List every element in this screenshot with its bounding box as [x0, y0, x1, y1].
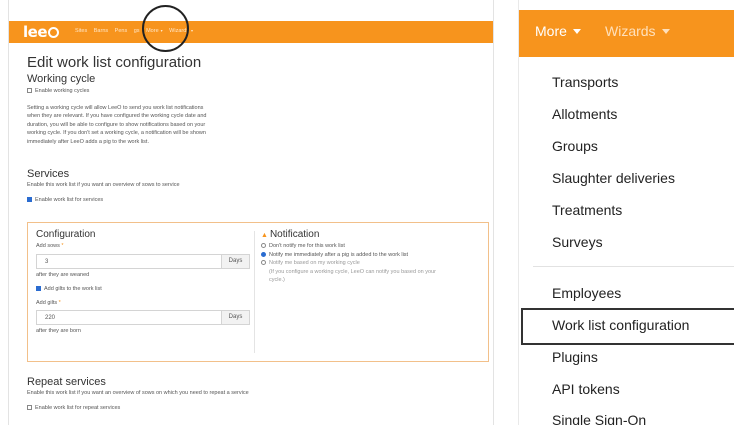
working-cycle-checkbox-label: Enable working cycles	[35, 88, 90, 94]
description-line: duration, you will be able to configure …	[27, 121, 206, 128]
warning-icon: ▲	[261, 232, 268, 239]
logo-circle-icon	[48, 27, 59, 38]
more-caret-icon	[572, 28, 581, 34]
leeo-logo[interactable]: lee	[23, 23, 59, 41]
services-checkbox[interactable]	[27, 196, 32, 202]
main-content: Edit work list configuration Working cyc…	[27, 54, 482, 204]
services-checkbox-row[interactable]: Enable work list for services	[27, 196, 482, 205]
notification-option-row[interactable]: Notify me immediately after a pig is add…	[261, 251, 481, 260]
services-heading: Services	[27, 168, 70, 180]
more-dropdown-toggle[interactable]: More	[535, 23, 581, 39]
repeat-services-checkbox-row[interactable]: Enable work list for repeat services	[27, 404, 482, 413]
highlight-box	[521, 308, 734, 345]
page-title: Edit work list configuration	[27, 54, 202, 71]
add-gilts-label-row: Add gilts *	[36, 299, 251, 308]
zoomed-navbar: More Wizards	[519, 10, 734, 57]
description-line: working cycle. If you don't set a workin…	[27, 130, 206, 136]
repeat-services-section: Repeat services Enable this work list if…	[27, 376, 482, 412]
configuration-heading: Configuration	[36, 229, 96, 240]
nav-sites[interactable]: Sites	[75, 28, 87, 34]
wizards-caret-icon	[661, 28, 670, 34]
working-cycle-checkbox[interactable]	[27, 88, 32, 94]
menu-item-api-tokens[interactable]: API tokens	[552, 381, 620, 397]
highlight-circle	[142, 5, 189, 52]
description-line: Setting a working cycle will allow LeeO …	[27, 104, 204, 111]
services-description: Enable this work list if you want an ove…	[27, 182, 180, 188]
notification-option-row[interactable]: Notify me based on my working cycle	[261, 259, 481, 268]
configuration-box: Configuration Add sows * 3 Days after th…	[27, 222, 489, 362]
add-gilts-label: Add gilts	[36, 299, 58, 306]
wizards-dropdown-toggle[interactable]: Wizards	[605, 23, 670, 39]
repeat-services-checkbox[interactable]	[27, 404, 32, 410]
add-gilts-value: 220	[45, 315, 56, 321]
add-gilts-unit: Days	[221, 311, 249, 324]
add-sows-label-row: Add sows *	[36, 242, 251, 251]
notification-heading-row: ▲ Notification	[261, 229, 481, 240]
menu-item-allotments[interactable]: Allotments	[552, 106, 617, 122]
menu-item-transports[interactable]: Transports	[552, 74, 618, 90]
radio-button[interactable]	[261, 243, 266, 249]
working-cycle-description: Setting a working cycle will allow LeeO …	[27, 104, 482, 147]
top-navbar: lee Sites Barns Pens gs More ▾ Wizards ▾	[9, 21, 493, 43]
nav-pigs[interactable]: gs	[134, 28, 140, 34]
menu-item-groups[interactable]: Groups	[552, 138, 598, 154]
menu-divider	[533, 266, 734, 267]
hint-line: cycle.)	[269, 277, 285, 283]
working-cycle-checkbox-row[interactable]: Enable working cycles	[27, 87, 482, 96]
notification-option-label: Notify me based on my working cycle	[269, 260, 360, 266]
services-checkbox-label: Enable work list for services	[35, 196, 104, 203]
screenshot-left-panel: lee Sites Barns Pens gs More ▾ Wizards ▾ E…	[8, 0, 494, 425]
description-line: when they are relevant. If you have conf…	[27, 113, 207, 119]
notification-hint: (If you configure a working cycle, LeeO …	[261, 268, 481, 285]
more-label: More	[535, 23, 567, 39]
menu-item-treatments[interactable]: Treatments	[552, 202, 622, 218]
after-weaned-text: after they are weaned	[36, 271, 90, 278]
repeat-services-checkbox-label: Enable work list for repeat services	[35, 404, 121, 411]
configuration-column: Configuration Add sows * 3 Days after th…	[36, 229, 251, 336]
add-gilts-input[interactable]: 220 Days	[36, 310, 250, 325]
radio-button[interactable]	[261, 260, 266, 266]
menu-item-employees[interactable]: Employees	[552, 285, 621, 301]
notification-heading: Notification	[269, 229, 320, 240]
notification-column: ▲ Notification Don't notify me for this w…	[261, 229, 481, 285]
repeat-services-description: Enable this work list if you want an ove…	[27, 390, 249, 396]
description-line: immediately after LeeO adds a pig to the…	[27, 138, 149, 145]
add-sows-unit: Days	[221, 254, 249, 268]
column-divider	[254, 231, 255, 353]
required-asterisk: *	[58, 299, 61, 306]
menu-item-slaughter-deliveries[interactable]: Slaughter deliveries	[552, 170, 675, 186]
menu-item-surveys[interactable]: Surveys	[552, 234, 603, 250]
notification-option-label: Notify me immediately after a pig is add…	[269, 251, 409, 258]
add-sows-label: Add sows	[36, 243, 60, 249]
wizards-caret-icon: ▾	[191, 28, 194, 33]
nav-barns[interactable]: Barns	[94, 28, 108, 34]
screenshot-right-panel: More Wizards Transports Allotments Group…	[518, 0, 734, 425]
logo-text: lee	[23, 23, 48, 41]
working-cycle-heading: Working cycle	[27, 73, 96, 85]
menu-item-plugins[interactable]: Plugins	[552, 349, 598, 365]
menu-item-single-sign-on[interactable]: Single Sign-On	[552, 412, 646, 425]
after-born-text: after they are born	[36, 328, 81, 334]
repeat-services-heading: Repeat services	[27, 376, 106, 388]
add-sows-input[interactable]: 3 Days	[36, 253, 250, 269]
add-sows-value: 3	[45, 258, 49, 265]
wizards-label: Wizards	[605, 23, 656, 39]
notification-option-row[interactable]: Don't notify me for this work list	[261, 242, 481, 251]
nav-pens[interactable]: Pens	[115, 28, 128, 34]
notification-option-label: Don't notify me for this work list	[269, 243, 345, 249]
required-asterisk: *	[61, 243, 64, 249]
add-gilts-checkbox[interactable]	[36, 286, 41, 292]
add-gilts-checkbox-row[interactable]: Add gilts to the work list	[36, 285, 251, 294]
radio-button[interactable]	[261, 251, 266, 257]
hint-line: (If you configure a working cycle, LeeO …	[269, 268, 436, 275]
add-gilts-checkbox-label: Add gilts to the work list	[44, 286, 102, 292]
